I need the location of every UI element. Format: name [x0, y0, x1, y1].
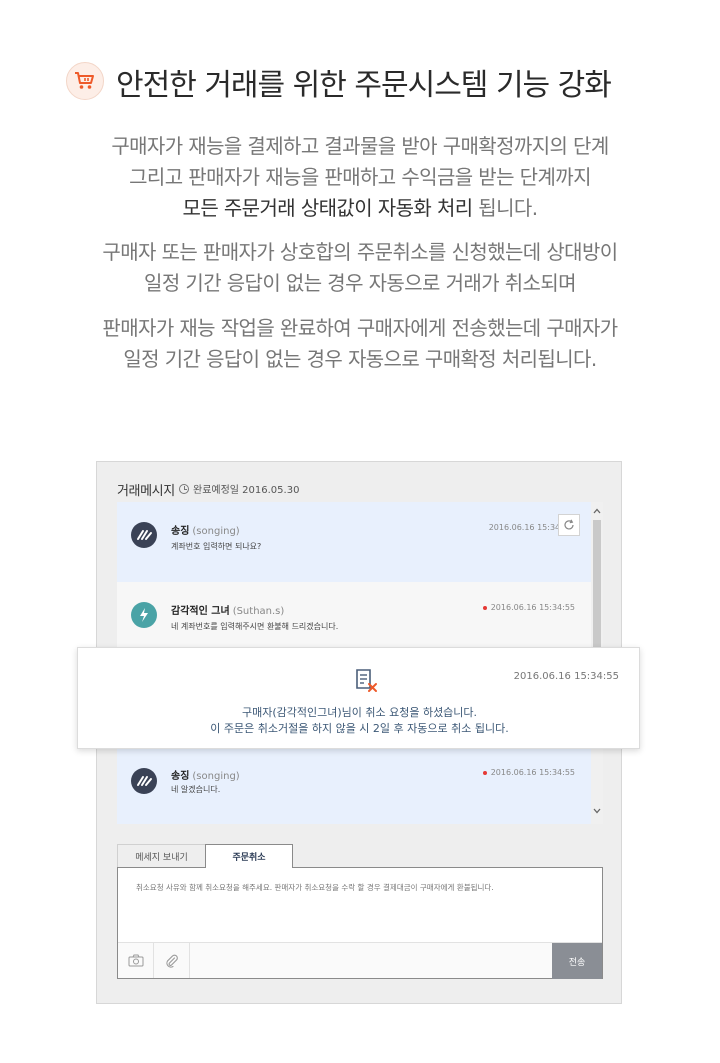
window-title: 거래메시지 — [117, 484, 175, 499]
notice-text: 이 주문은 취소거절을 하지 않을 시 2일 후 자동으로 취소 됩니다. — [210, 722, 509, 735]
paperclip-icon — [165, 954, 178, 968]
unread-dot — [482, 605, 487, 610]
message-sender: 송징 (songing) — [171, 767, 240, 782]
message-text: 네 계좌번호를 입력해주시면 환불해 드리겠습니다. — [171, 622, 339, 631]
avatar — [131, 602, 157, 628]
message-text: 계좌번호 입력하면 되나요? — [171, 542, 262, 551]
camera-icon — [128, 954, 143, 967]
cancel-reason-field[interactable]: 취소요청 사유와 함께 취소요청을 해주세요. 판매자가 취소요청을 수락 할 … — [117, 867, 603, 979]
send-button[interactable]: 전송 — [552, 943, 602, 979]
description-automation: 구매자가 재능을 결제하고 결과물을 받아 구매확정까지의 단계 그리고 판매자… — [0, 131, 720, 224]
desc-highlight: 모든 주문거래 상태값이 자동화 처리 — [182, 196, 474, 220]
scroll-thumb[interactable] — [593, 520, 601, 660]
sender-name: 송징 — [171, 771, 190, 782]
notice-text: 구매자(감각적인그녀)님이 취소 요청을 하셨습니다. — [241, 706, 478, 719]
desc-line: 구매자가 재능을 결제하고 결과물을 받아 구매확정까지의 단계 — [111, 134, 609, 158]
due-date-text: 완료예정일 2016.05.30 — [193, 485, 300, 496]
desc-line: 일정 기간 응답이 없는 경우 자동으로 구매확정 처리됩니다. — [123, 347, 597, 371]
message-sender: 감각적인 그녀 (Suthan.s) — [171, 602, 284, 617]
chevron-down-icon — [593, 808, 601, 814]
attach-button[interactable] — [154, 943, 190, 978]
refresh-icon — [564, 519, 574, 530]
page-title: 안전한 거래를 위한 주문시스템 기능 강화 — [116, 68, 612, 103]
cart-icon — [66, 62, 104, 100]
sender-name: 송징 — [171, 526, 190, 537]
tab-send-message[interactable]: 메세지 보내기 — [117, 844, 205, 868]
desc-line: 그리고 판매자가 재능을 판매하고 수익금을 받는 단계까지 — [129, 165, 591, 189]
scroll-down-button[interactable] — [591, 804, 603, 818]
message-text: 네 알겠습니다. — [171, 785, 221, 794]
avatar — [131, 768, 157, 794]
notice-time: 2016.06.16 15:34:55 — [513, 671, 619, 682]
time-text: 2016.06.16 15:34:55 — [490, 603, 575, 612]
clock-icon — [179, 483, 189, 494]
document-cancel-icon — [351, 666, 381, 696]
desc-line: 모든 주문거래 상태값이 자동화 처리 됩니다. — [0, 193, 720, 224]
description-confirm: 판매자가 재능 작업을 완료하여 구매자에게 전송했는데 구매자가 일정 기간 … — [0, 313, 720, 375]
message-item: 감각적인 그녀 (Suthan.s) 네 계좌번호를 입력해주시면 환불해 드리겠… — [117, 582, 591, 650]
scroll-up-button[interactable] — [591, 504, 603, 518]
chevron-up-icon — [593, 508, 601, 514]
message-sender: 송징 (songing) — [171, 522, 240, 537]
description-cancel: 구매자 또는 판매자가 상호합의 주문취소를 신청했는데 상대방이 일정 기간 … — [0, 237, 720, 299]
hero-header: 안전한 거래를 위한 주문시스템 기능 강화 — [0, 58, 720, 106]
desc-tail: 됩니다. — [472, 196, 538, 220]
message-item: 송징 (songing) 네 알겠습니다. 2016.06.16 15:34:55 — [117, 740, 591, 824]
sender-handle: (songing) — [192, 771, 240, 782]
desc-line: 판매자가 재능 작업을 완료하여 구매자에게 전송했는데 구매자가 — [102, 316, 618, 340]
refresh-button[interactable] — [558, 514, 580, 536]
message-item: 송징 (songing) 계좌번호 입력하면 되나요? 2016.06.16 15… — [117, 502, 591, 582]
tab-order-cancel[interactable]: 주문취소 — [205, 844, 293, 868]
cancel-request-notice: 2016.06.16 15:34:55 구매자(감각적인그녀)님이 취소 요청을… — [77, 647, 640, 749]
sender-handle: (Suthan.s) — [232, 606, 285, 617]
desc-line: 일정 기간 응답이 없는 경우 자동으로 거래가 취소되며 — [144, 271, 577, 295]
unread-dot — [482, 770, 487, 775]
desc-line: 구매자 또는 판매자가 상호합의 주문취소를 신청했는데 상대방이 — [102, 240, 618, 264]
due-date: 완료예정일 2016.05.30 — [179, 481, 299, 496]
message-time: 2016.06.16 15:34:55 — [482, 603, 575, 612]
cancel-reason-placeholder: 취소요청 사유와 함께 취소요청을 해주세요. 판매자가 취소요청을 수락 할 … — [136, 883, 494, 892]
composer-toolbar: 전송 — [118, 942, 602, 979]
sender-name: 감각적인 그녀 — [171, 606, 230, 617]
message-time: 2016.06.16 15:34:55 — [482, 768, 575, 777]
time-text: 2016.06.16 15:34:55 — [490, 768, 575, 777]
sender-handle: (songing) — [192, 526, 240, 537]
camera-button[interactable] — [118, 943, 154, 978]
avatar — [131, 522, 157, 548]
